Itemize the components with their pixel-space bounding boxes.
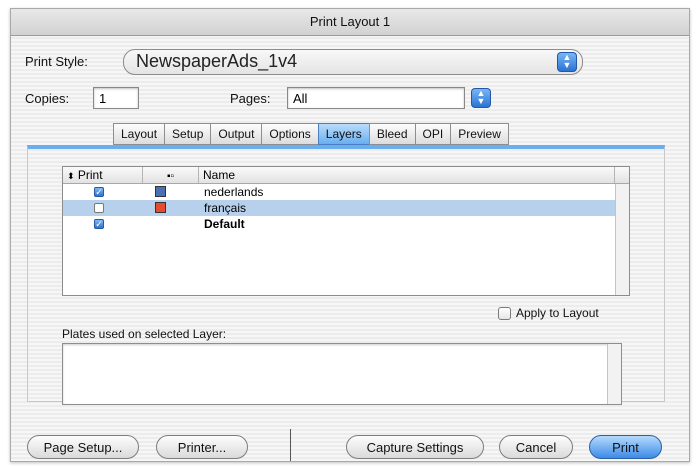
tab-setup[interactable]: Setup <box>164 123 211 145</box>
tab-layout[interactable]: Layout <box>113 123 165 145</box>
plates-list[interactable] <box>62 343 622 405</box>
pages-label: Pages: <box>230 91 271 106</box>
print-dialog: Print Layout 1 Print Style: NewspaperAds… <box>10 8 690 462</box>
tab-bleed[interactable]: Bleed <box>368 123 415 145</box>
cancel-button[interactable]: Cancel <box>499 435 573 459</box>
apply-to-layout-label: Apply to Layout <box>516 306 599 320</box>
name-column-header[interactable]: Name <box>199 167 615 183</box>
capture-settings-button[interactable]: Capture Settings <box>346 435 484 459</box>
printer-button[interactable]: Printer... <box>156 435 248 459</box>
button-divider <box>290 429 291 461</box>
print-checkbox[interactable]: ✓ <box>94 219 104 229</box>
layer-name: français <box>204 201 247 215</box>
window-title: Print Layout 1 <box>11 9 689 36</box>
layers-table: ⬍ Print ▪▫ Name ✓ nederlands français ✓ … <box>62 166 630 296</box>
tab-output[interactable]: Output <box>210 123 262 145</box>
print-column-header[interactable]: ⬍ Print <box>63 167 143 183</box>
plates-scrollbar[interactable] <box>607 344 621 404</box>
tab-options[interactable]: Options <box>261 123 318 145</box>
layer-color-swatch <box>155 186 166 197</box>
tab-bar: Layout Setup Output Options Layers Bleed… <box>113 123 509 145</box>
apply-to-layout-checkbox[interactable] <box>498 307 511 320</box>
sort-arrows-icon: ⬍ <box>67 171 75 181</box>
copies-field[interactable]: 1 <box>93 87 139 109</box>
print-checkbox[interactable]: ✓ <box>94 187 104 197</box>
color-column-header[interactable]: ▪▫ <box>143 167 199 183</box>
pages-field[interactable]: All <box>287 87 465 109</box>
tab-opi[interactable]: OPI <box>414 123 451 145</box>
layer-name: Default <box>204 217 245 231</box>
table-row[interactable]: ✓ Default <box>63 216 629 232</box>
copies-label: Copies: <box>25 91 70 106</box>
table-row[interactable]: ✓ nederlands <box>63 184 629 200</box>
tab-preview[interactable]: Preview <box>450 123 509 145</box>
layer-color-swatch <box>155 202 166 213</box>
print-style-popup[interactable]: NewspaperAds_1v4 ▲ ▼ <box>123 49 583 75</box>
print-style-arrows-icon[interactable]: ▲ ▼ <box>557 52 577 72</box>
table-header: ⬍ Print ▪▫ Name <box>63 167 629 184</box>
print-button[interactable]: Print <box>589 435 662 459</box>
layer-name: nederlands <box>204 185 264 199</box>
table-row[interactable]: français <box>63 200 629 216</box>
table-scrollbar[interactable] <box>615 184 629 295</box>
print-style-value: NewspaperAds_1v4 <box>136 51 298 71</box>
tab-layers[interactable]: Layers <box>317 123 369 145</box>
print-checkbox[interactable] <box>94 203 104 213</box>
pages-arrows-icon[interactable]: ▲ ▼ <box>471 88 491 108</box>
print-style-label: Print Style: <box>25 54 88 69</box>
plates-label: Plates used on selected Layer: <box>62 327 227 341</box>
page-setup-button[interactable]: Page Setup... <box>27 435 139 459</box>
swatches-icon: ▪▫ <box>166 171 175 182</box>
